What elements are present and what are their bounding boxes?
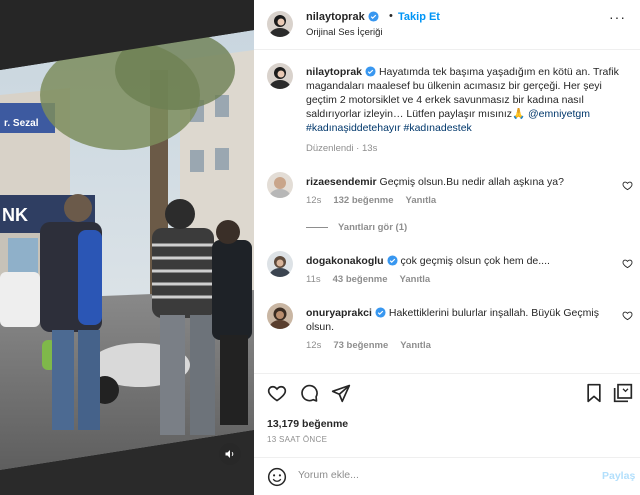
- comment-text: dogakonakoglu çok geçmiş olsun çok hem d…: [306, 254, 611, 268]
- speaker-icon: [225, 450, 234, 458]
- comment-username[interactable]: onuryaprakci: [306, 307, 372, 319]
- replies-line: [306, 226, 328, 228]
- action-bar: 13,179 beğenme 13 SAAT ÖNCE Paylaş: [254, 373, 640, 495]
- comment-time: 12s: [306, 340, 322, 351]
- comment-icon[interactable]: [299, 383, 319, 403]
- caption-time: 13s: [362, 143, 378, 154]
- add-comment-input[interactable]: [298, 469, 578, 481]
- comment-likes[interactable]: 73 beğenme: [333, 340, 388, 351]
- comment-avatar[interactable]: [267, 172, 293, 198]
- comment-time: 12s: [306, 195, 322, 206]
- comment-meta: 12s 73 beğenme Yanıtla: [306, 340, 443, 351]
- caption-meta: Düzenlendi · 13s: [306, 143, 378, 154]
- avatar[interactable]: [267, 11, 293, 37]
- caption-avatar[interactable]: [267, 63, 293, 89]
- comment-like-icon[interactable]: [622, 310, 633, 321]
- audio-label[interactable]: Orijinal Ses İçeriği: [306, 27, 383, 38]
- post-panel: nilaytoprak • Takip Et Orijinal Ses İçer…: [254, 0, 640, 495]
- verified-badge-icon: [375, 307, 386, 318]
- separator-dot: •: [389, 10, 393, 22]
- post-author[interactable]: nilaytoprak: [306, 11, 379, 23]
- view-replies-label[interactable]: Yanıtları gör (1): [338, 222, 407, 233]
- comment-username[interactable]: rizaesendemir: [306, 176, 377, 188]
- post-comment-button[interactable]: Paylaş: [602, 470, 635, 482]
- comment-avatar[interactable]: [267, 303, 293, 329]
- comment-meta: 11s 43 beğenme Yanıtla: [306, 274, 442, 285]
- post-video[interactable]: r. Sezal NK: [0, 0, 254, 495]
- comment-text: rizaesendemir Geçmiş olsun.Bu nedir alla…: [306, 175, 611, 189]
- heart-icon[interactable]: [267, 383, 287, 403]
- video-frame: r. Sezal NK: [0, 0, 254, 495]
- more-dots-icon[interactable]: ···: [609, 9, 626, 25]
- bank-sign-text: NK: [2, 205, 28, 225]
- verified-badge-icon: [365, 66, 376, 77]
- reply-button[interactable]: Yanıtla: [400, 340, 431, 351]
- comment-avatar[interactable]: [267, 251, 293, 277]
- comment-body: Geçmiş olsun.Bu nedir allah aşkına ya?: [379, 176, 564, 188]
- post-time: 13 SAAT ÖNCE: [267, 435, 328, 444]
- paper-plane-icon[interactable]: [331, 383, 351, 403]
- caption-username[interactable]: nilaytoprak: [306, 66, 362, 78]
- comment-like-icon[interactable]: [622, 180, 633, 191]
- comment-meta: 12s 132 beğenme Yanıtla: [306, 195, 448, 206]
- collection-icon[interactable]: [613, 383, 633, 403]
- comment-composer: Paylaş: [254, 457, 640, 495]
- post-header: nilaytoprak • Takip Et Orijinal Ses İçer…: [254, 0, 640, 50]
- comment-likes[interactable]: 43 beğenme: [333, 274, 388, 285]
- reply-button[interactable]: Yanıtla: [406, 195, 437, 206]
- shop-sign-text: r. Sezal: [4, 118, 39, 129]
- post-caption: nilaytoprak Hayatımda tek başıma yaşadığ…: [306, 65, 626, 135]
- verified-badge-icon: [368, 11, 379, 22]
- comment-like-icon[interactable]: [622, 258, 633, 269]
- post-author-name[interactable]: nilaytoprak: [306, 11, 365, 23]
- comment-time: 11s: [306, 274, 321, 285]
- comment-text: onuryaprakci Hakettiklerini bulurlar inş…: [306, 306, 611, 334]
- reply-button[interactable]: Yanıtla: [400, 274, 431, 285]
- mute-button[interactable]: [219, 443, 241, 465]
- comment-body: çok geçmiş olsun çok hem de....: [400, 255, 550, 267]
- smiley-icon[interactable]: [267, 467, 287, 487]
- edited-label: Düzenlendi: [306, 143, 354, 154]
- bookmark-icon[interactable]: [585, 383, 603, 403]
- view-replies-button[interactable]: Yanıtları gör (1): [306, 222, 407, 233]
- comments-scroll[interactable]: nilaytoprak Hayatımda tek başıma yaşadığ…: [254, 51, 640, 373]
- like-count[interactable]: 13,179 beğenme: [267, 418, 348, 430]
- verified-badge-icon: [387, 255, 398, 266]
- comment-likes[interactable]: 132 beğenme: [333, 195, 393, 206]
- follow-button[interactable]: Takip Et: [398, 11, 440, 23]
- comment-username[interactable]: dogakonakoglu: [306, 255, 384, 267]
